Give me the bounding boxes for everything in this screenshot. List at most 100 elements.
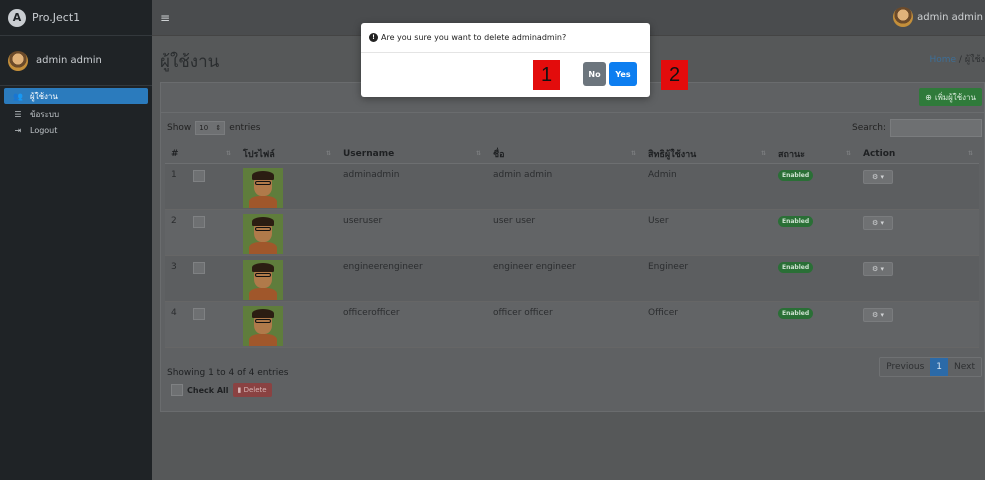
page-title: ผู้ใช้งาน [160,52,220,72]
gear-icon: ⚙ ▾ [871,264,884,273]
sidebar-item-label: Logout [30,125,58,135]
row-number: 3 [165,255,187,302]
sort-icon: ⇅ [967,150,973,157]
gear-icon: ⚙ ▾ [871,218,884,227]
trash-icon: ▮ [237,386,242,394]
sidebar-item-label: ผู้ใช้งาน [30,91,58,101]
modal-message-text: Are you sure you want to delete adminadm… [381,33,567,42]
plus-circle-icon: ⊕ [925,92,932,102]
pager-previous[interactable]: Previous [880,358,931,376]
bulk-actions: Check All ▮ Delete [171,383,272,397]
action-dropdown-button[interactable]: ⚙ ▾ [863,307,893,322]
profile-picture [243,213,283,254]
gear-icon: ⚙ ▾ [871,172,884,181]
users-icon: 👥 [13,91,23,101]
user-panel[interactable]: admin admin [0,36,152,86]
table-row: 2 useruser user user User Enabled ⚙ ▾ [165,209,979,256]
row-username: useruser [337,209,487,256]
info-icon: ! [369,33,378,42]
list-icon: ☰ [14,109,22,119]
table-row: 1 adminadmin admin admin Admin Enabled ⚙… [165,163,979,210]
column-header-status[interactable]: สถานะ ⇅ [772,145,857,164]
delete-selected-button[interactable]: ▮ Delete [232,383,272,397]
breadcrumb-separator: / [958,55,962,65]
row-checkbox[interactable] [193,169,205,182]
row-checkbox[interactable] [193,261,205,274]
profile-picture [243,167,283,208]
pager-next[interactable]: Next [948,358,981,376]
length-control: Show 10 ⇕ entries [167,121,261,135]
table-row: 3 engineerengineer engineer engineer Eng… [165,255,979,302]
user-panel-name: admin admin [36,55,102,66]
modal-divider [361,52,650,53]
row-role: Engineer [642,255,772,302]
length-select[interactable]: 10 ⇕ [195,121,226,135]
sort-icon: ⇅ [225,150,231,157]
profile-picture [243,305,283,346]
avatar [8,50,28,71]
column-header-role[interactable]: สิทธิผู้ใช้งาน ⇅ [642,145,772,164]
table-info: Showing 1 to 4 of 4 entries [167,368,289,378]
table-row: 4 officerofficer officer officer Officer… [165,301,979,348]
check-all-checkbox[interactable] [171,384,183,396]
column-header-action[interactable]: Action ⇅ [857,145,979,164]
check-all-label: Check All [187,385,229,395]
row-number: 1 [165,163,187,210]
sidebar-item-logout[interactable]: ⇥ Logout [0,122,152,138]
row-number: 2 [165,209,187,256]
column-header-profile[interactable]: โปรไฟล์ ⇅ [237,145,337,164]
sort-icon: ⇅ [475,150,481,157]
pager-page-1[interactable]: 1 [930,358,949,376]
length-value: 10 [199,124,209,132]
annotation-marker-2: 2 [661,60,688,90]
show-label: Show [167,123,192,133]
brand[interactable]: A Pro.Ject1 [0,0,152,36]
no-button[interactable]: No [583,62,606,86]
search-label: Search: [852,123,886,133]
sort-icon: ⇅ [760,150,766,157]
row-username: engineerengineer [337,255,487,302]
gear-icon: ⚙ ▾ [871,310,884,319]
yes-button[interactable]: Yes [609,62,637,86]
modal-message: ! Are you sure you want to delete admina… [369,33,566,42]
row-name: engineer engineer [487,255,642,302]
brand-name: Pro.Ject1 [32,11,81,24]
row-number: 4 [165,301,187,348]
action-dropdown-button[interactable]: ⚙ ▾ [863,215,893,230]
action-dropdown-button[interactable]: ⚙ ▾ [863,169,893,184]
brand-logo-icon: A [8,8,26,27]
sidebar-item-users[interactable]: 👥 ผู้ใช้งาน [4,88,148,104]
add-user-button[interactable]: ⊕ เพิ่มผู้ใช้งาน [919,88,982,106]
users-table: # ⇅ โปรไฟล์ ⇅ Username ⇅ ชื่อ ⇅ สิทธิผู้ใช้… [165,145,979,348]
column-header-number[interactable]: # [165,145,187,164]
menu-toggle-icon[interactable]: ≡ [160,11,170,25]
column-header-select[interactable]: ⇅ [187,145,237,164]
status-badge: Enabled [778,307,814,319]
profile-picture [243,259,283,300]
table-header-row: # ⇅ โปรไฟล์ ⇅ Username ⇅ ชื่อ ⇅ สิทธิผู้ใช้… [165,145,979,164]
row-username: officerofficer [337,301,487,348]
top-user-menu[interactable]: admin admin [893,7,983,27]
sidebar: A Pro.Ject1 admin admin 👥 ผู้ใช้งาน ☰ ข้… [0,0,152,480]
row-role: Officer [642,301,772,348]
action-dropdown-button[interactable]: ⚙ ▾ [863,261,893,276]
row-name: admin admin [487,163,642,210]
confirm-delete-modal: ! Are you sure you want to delete admina… [361,23,650,97]
entries-label: entries [229,123,261,133]
column-header-name[interactable]: ชื่อ ⇅ [487,145,642,164]
updown-icon: ⇕ [215,124,222,132]
search-input[interactable] [890,119,982,137]
users-card: ⊕ เพิ่มผู้ใช้งาน Show 10 ⇕ entries Searc… [160,82,985,412]
breadcrumb-current: ผู้ใช้ง [964,55,985,65]
row-checkbox[interactable] [193,307,205,320]
column-header-username[interactable]: Username ⇅ [337,145,487,164]
pagination: Previous 1 Next [879,357,982,377]
row-role: User [642,209,772,256]
breadcrumb-home-link[interactable]: Home [929,55,956,65]
status-badge: Enabled [778,215,814,227]
row-checkbox[interactable] [193,215,205,228]
sort-icon: ⇅ [845,150,851,157]
sort-icon: ⇅ [325,150,331,157]
avatar [893,7,914,27]
sidebar-item-system[interactable]: ☰ ข้อระบบ [0,106,152,122]
